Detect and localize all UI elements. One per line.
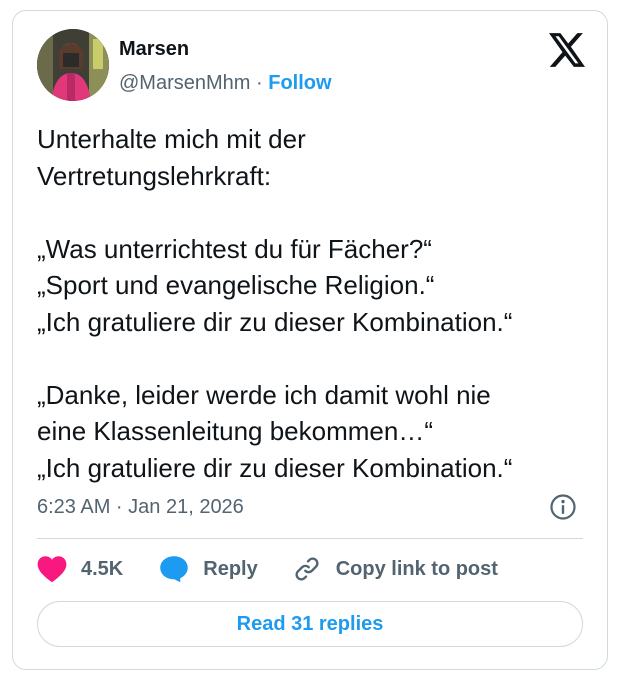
link-icon: [295, 557, 319, 581]
separator: ·: [256, 72, 263, 94]
tweet-text: Unterhalte mich mit der Vertretungslehrk…: [37, 121, 597, 486]
info-icon[interactable]: [549, 493, 577, 521]
author-name[interactable]: Marsen: [119, 37, 189, 61]
author-handle[interactable]: @MarsenMhm: [119, 72, 250, 94]
divider: [37, 538, 583, 539]
like-count: 4.5K: [81, 557, 124, 580]
tweet-paragraph: „Danke, leider werde ich damit wohl nie …: [37, 379, 513, 483]
follow-button[interactable]: Follow: [268, 72, 331, 94]
speech-bubble-icon: [160, 556, 188, 583]
x-logo-icon[interactable]: [549, 33, 585, 67]
copy-link-label: Copy link to post: [335, 557, 498, 580]
tweet-card: Marsen @MarsenMhm · Follow Unterhalte mi…: [12, 10, 608, 670]
heart-icon: [37, 556, 67, 583]
reply-label: Reply: [203, 557, 258, 580]
avatar[interactable]: [37, 29, 109, 101]
author-handle-row: @MarsenMhm · Follow: [119, 71, 332, 95]
copy-link-button[interactable]: Copy link to post: [292, 555, 498, 583]
timestamp[interactable]: 6:23 AM · Jan 21, 2026: [37, 495, 244, 519]
tweet-paragraph: Unterhalte mich mit der Vertretungslehrk…: [37, 124, 306, 191]
tweet-paragraph: „Was unterrichtest du für Fächer?“ „Spor…: [37, 233, 513, 337]
like-button[interactable]: 4.5K: [37, 555, 123, 583]
read-replies-button[interactable]: Read 31 replies: [37, 601, 583, 647]
avatar-photo: [37, 29, 109, 101]
action-bar: 4.5K Reply Copy link to post: [37, 554, 498, 584]
reply-button[interactable]: Reply: [159, 555, 258, 583]
